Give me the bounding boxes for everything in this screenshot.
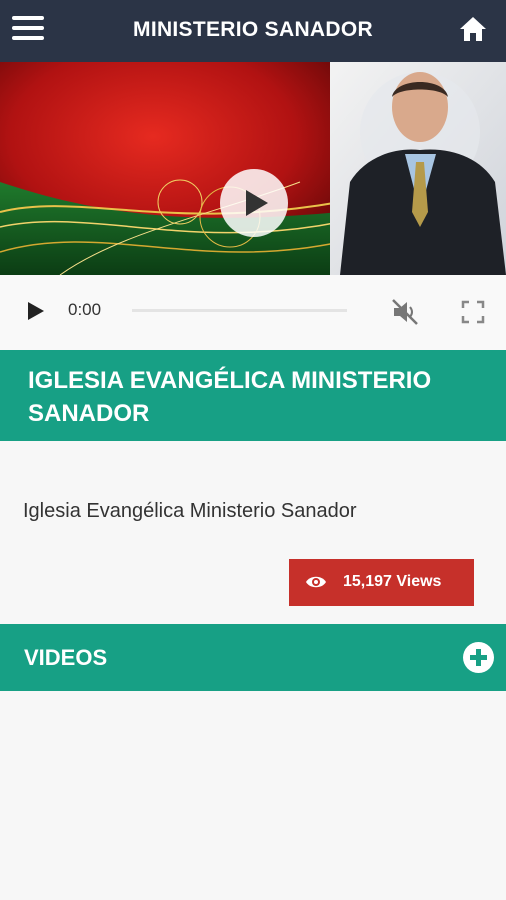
app-title: MINISTERIO SANADOR <box>133 18 373 41</box>
progress-slider[interactable] <box>132 309 347 312</box>
video-thumbnail[interactable] <box>0 62 506 275</box>
current-time: 0:00 <box>68 300 102 319</box>
eye-icon <box>306 576 326 588</box>
home-icon[interactable] <box>458 14 488 44</box>
views-count: 15,197 Views <box>343 573 442 590</box>
views-badge: 15,197 Views <box>289 559 474 606</box>
fullscreen-icon[interactable] <box>460 299 486 325</box>
play-icon <box>246 190 268 216</box>
church-title-banner: IGLESIA EVANGÉLICA MINISTERIO SANADOR <box>0 350 506 441</box>
play-button[interactable] <box>28 302 44 320</box>
mute-icon[interactable] <box>390 297 420 327</box>
videos-label: VIDEOS <box>24 645 108 670</box>
play-overlay-button[interactable] <box>220 169 288 237</box>
church-title: IGLESIA EVANGÉLICA MINISTERIO SANADOR <box>28 367 432 427</box>
church-description: Iglesia Evangélica Ministerio Sanador <box>23 500 357 522</box>
app-header: MINISTERIO SANADOR <box>0 0 506 62</box>
audio-player-controls: 0:00 <box>0 275 506 350</box>
plus-icon[interactable] <box>463 642 494 673</box>
videos-section-toggle[interactable]: VIDEOS <box>0 624 506 691</box>
